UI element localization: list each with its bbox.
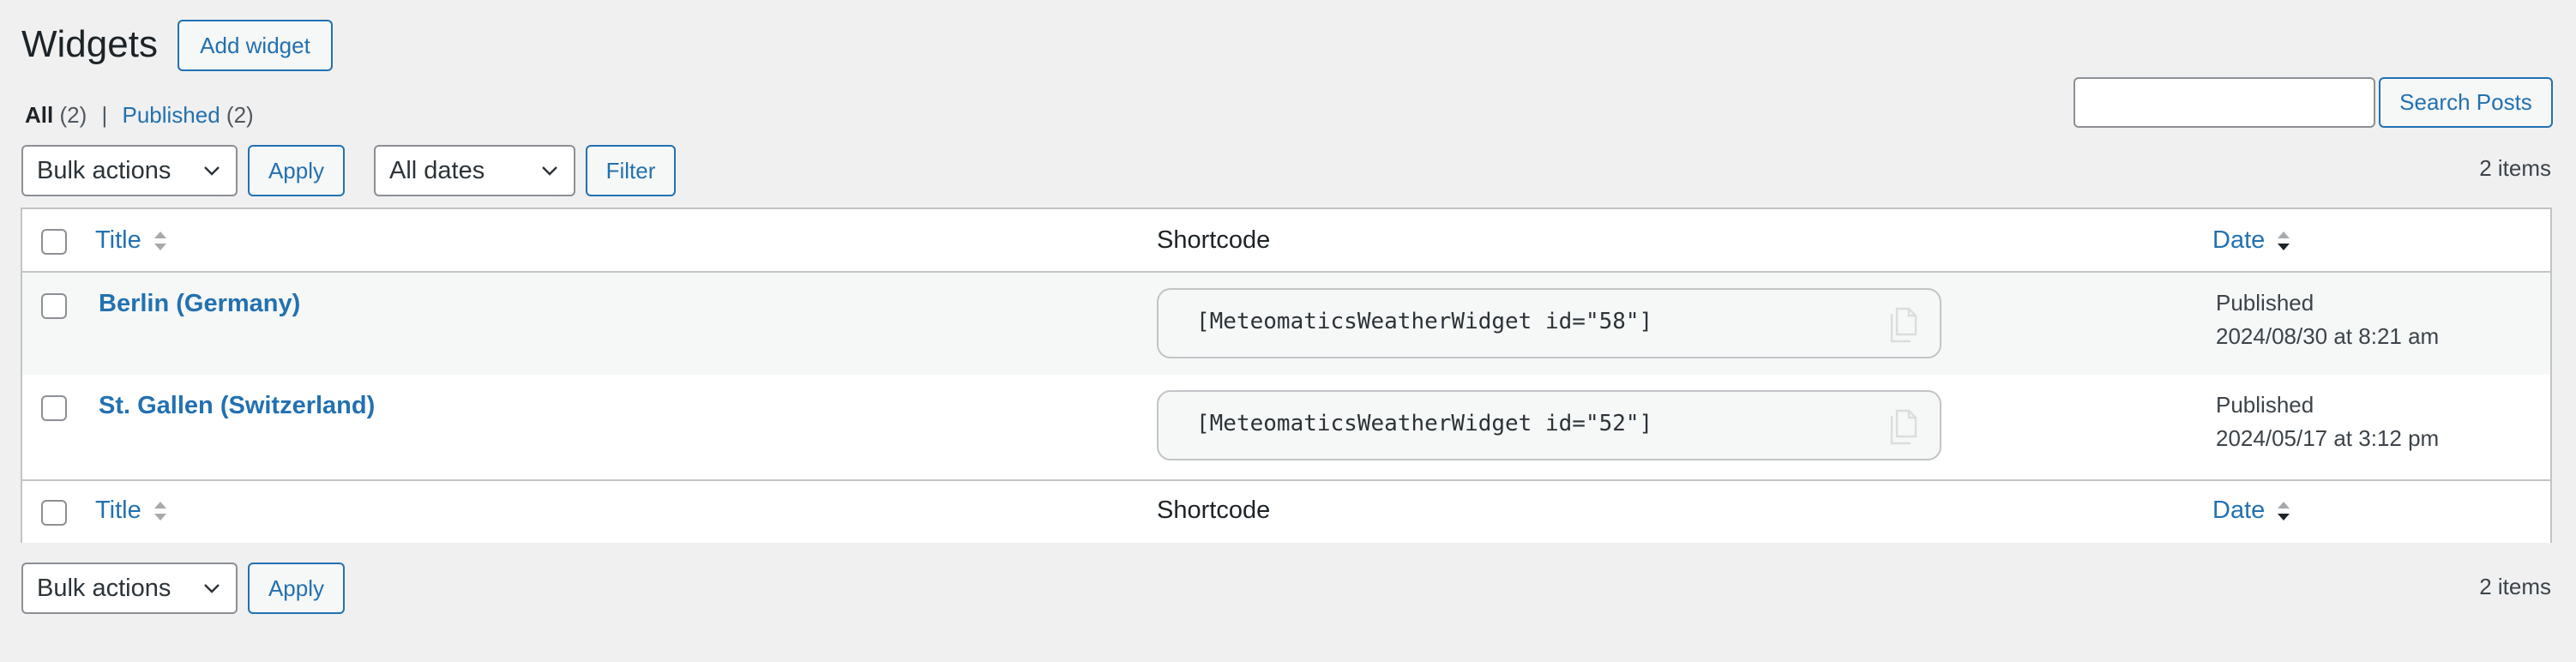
date-value: 2024/05/17 at 3:12 pm xyxy=(2216,425,2440,451)
bulk-actions-value: Bulk actions xyxy=(37,156,172,184)
select-all-checkbox[interactable] xyxy=(41,500,67,526)
table-footer: Title Shortcode Date xyxy=(22,479,2550,543)
column-title-label: Title xyxy=(95,496,141,524)
items-count-bottom: 2 items xyxy=(2479,574,2551,599)
shortcode-text: [MeteomaticsWeatherWidget id="52"] xyxy=(1196,411,1653,436)
chevron-down-icon xyxy=(204,166,220,176)
column-date-footer[interactable]: Date xyxy=(2212,496,2292,525)
apply-button-top[interactable]: Apply xyxy=(248,145,345,196)
column-date-label: Date xyxy=(2212,226,2266,254)
items-count-top: 2 items xyxy=(2479,155,2551,181)
dates-select[interactable]: All dates xyxy=(374,145,575,196)
bulk-actions-value: Bulk actions xyxy=(37,574,172,602)
table-header: Title Shortcode Date xyxy=(22,209,2550,273)
column-title-label: Title xyxy=(95,226,141,254)
date-status: Published xyxy=(2216,392,2314,418)
column-shortcode-footer: Shortcode xyxy=(1157,496,1271,524)
select-all-checkbox[interactable] xyxy=(41,229,67,255)
page-title: Widgets xyxy=(21,23,158,65)
table-row: St. Gallen (Switzerland) [MeteomaticsWea… xyxy=(22,375,2550,477)
view-published-count: (2) xyxy=(226,102,254,128)
row-checkbox[interactable] xyxy=(41,395,67,421)
column-date-header[interactable]: Date xyxy=(2212,226,2292,255)
copy-icon[interactable] xyxy=(1885,305,1923,345)
shortcode-field[interactable]: [MeteomaticsWeatherWidget id="58"] xyxy=(1157,288,1941,358)
chevron-down-icon xyxy=(204,584,220,593)
view-all-count: (2) xyxy=(59,102,87,128)
column-title-footer[interactable]: Title xyxy=(95,496,169,525)
shortcode-text: [MeteomaticsWeatherWidget id="58"] xyxy=(1196,309,1653,334)
column-shortcode-header: Shortcode xyxy=(1157,226,1271,254)
column-date-label: Date xyxy=(2212,496,2266,524)
copy-icon[interactable] xyxy=(1885,407,1923,447)
search-input[interactable] xyxy=(2073,77,2375,128)
dates-value: All dates xyxy=(389,156,485,184)
date-status: Published xyxy=(2216,290,2314,316)
apply-button-bottom[interactable]: Apply xyxy=(248,563,345,614)
shortcode-field[interactable]: [MeteomaticsWeatherWidget id="52"] xyxy=(1157,390,1941,460)
row-title-link[interactable]: Berlin (Germany) xyxy=(99,290,300,318)
bulk-actions-select-bottom[interactable]: Bulk actions xyxy=(21,563,238,614)
sort-arrows-icon xyxy=(2278,501,2290,521)
widgets-table: Title Shortcode Date Berlin (Germany) [M… xyxy=(21,208,2552,543)
view-all-link[interactable]: All xyxy=(25,102,53,128)
bulk-actions-select-top[interactable]: Bulk actions xyxy=(21,145,238,196)
sort-arrows-icon xyxy=(153,231,166,250)
row-checkbox[interactable] xyxy=(41,293,67,319)
sort-arrows-icon xyxy=(153,501,166,521)
add-widget-button[interactable]: Add widget xyxy=(178,20,333,71)
filter-button[interactable]: Filter xyxy=(586,145,676,196)
sort-arrows-icon xyxy=(2278,231,2290,250)
table-row: Berlin (Germany) [MeteomaticsWeatherWidg… xyxy=(22,273,2550,375)
chevron-down-icon xyxy=(542,166,557,176)
view-published-link[interactable]: Published xyxy=(122,102,220,128)
column-title-header[interactable]: Title xyxy=(95,226,169,255)
view-separator: | xyxy=(101,102,108,128)
row-title-link[interactable]: St. Gallen (Switzerland) xyxy=(99,392,375,420)
date-value: 2024/08/30 at 8:21 am xyxy=(2216,323,2440,349)
status-views: All (2) | Published (2) xyxy=(25,100,254,129)
search-posts-button[interactable]: Search Posts xyxy=(2379,77,2553,128)
